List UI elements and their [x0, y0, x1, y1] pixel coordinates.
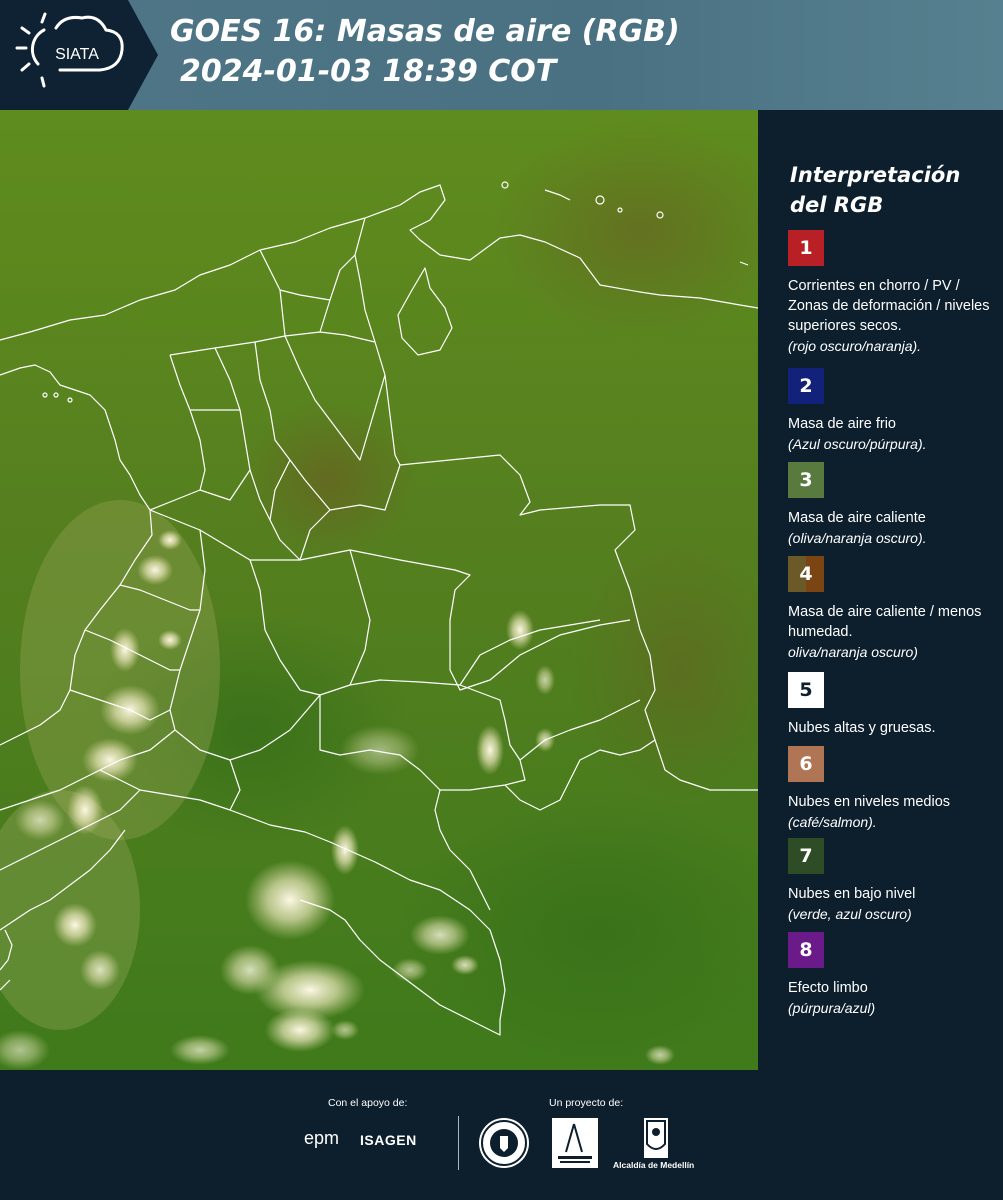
satellite-map[interactable]	[0, 110, 758, 1070]
legend-swatch-8: 8	[788, 932, 824, 968]
legend-item-7: 7 Nubes en bajo nivel (verde, azul oscur…	[788, 838, 998, 924]
legend-text-1: Corrientes en chorro / PV / Zonas de def…	[788, 278, 990, 334]
legend-item-4: 4 Masa de aire caliente / menos humedad.…	[788, 556, 998, 662]
footer-divider	[458, 1116, 459, 1170]
legend-item-1: 1 Corrientes en chorro / PV / Zonas de d…	[788, 230, 998, 356]
legend-item-2: 2 Masa de aire frio (Azul oscuro/púrpura…	[788, 368, 998, 454]
legend-item-8: 8 Efecto limbo (púrpura/azul)	[788, 932, 998, 1018]
legend-swatch-4: 4	[788, 556, 824, 592]
legend-note-1: (rojo oscuro/naranja).	[788, 338, 922, 354]
footer: Con el apoyo de: Un proyecto de: epm ISA…	[0, 1070, 1003, 1200]
legend-note-4: oliva/naranja oscuro)	[788, 644, 918, 660]
project-label: Un proyecto de:	[549, 1097, 624, 1109]
area-metropolitana-logo[interactable]	[552, 1118, 598, 1168]
legend-swatch-6: 6	[788, 746, 824, 782]
isagen-logo[interactable]: ISAGEN	[360, 1132, 417, 1148]
legend-text-2: Masa de aire frio	[788, 416, 896, 432]
alcaldia-logo[interactable]: Alcaldía de Medellín	[613, 1160, 694, 1170]
legend-text-7: Nubes en bajo nivel	[788, 886, 916, 902]
legend-swatch-2: 2	[788, 368, 824, 404]
epm-logo[interactable]: epm	[304, 1128, 339, 1149]
legend-item-5: 5 Nubes altas y gruesas.	[788, 672, 998, 738]
legend-text-4: Masa de aire caliente / menos humedad.	[788, 604, 982, 640]
page-timestamp: 2024-01-03 18:39 COT	[180, 54, 557, 89]
legend-title: Interpretación del RGB	[790, 163, 961, 217]
legend-text-5: Nubes altas y gruesas.	[788, 720, 936, 736]
legend-note-8: (púrpura/azul)	[788, 1000, 876, 1016]
legend-swatch-1: 1	[788, 230, 824, 266]
legend-text-8: Efecto limbo	[788, 980, 868, 996]
page-title: GOES 16: Masas de aire (RGB)	[170, 14, 680, 49]
legend-swatch-3: 3	[788, 462, 824, 498]
legend-text-6: Nubes en niveles medios	[788, 794, 951, 810]
university-seal-icon[interactable]	[479, 1118, 529, 1168]
legend-panel: Interpretación del RGB 1 Corrientes en c…	[758, 110, 1003, 1070]
legend-swatch-5: 5	[788, 672, 824, 708]
legend-note-3: (oliva/naranja oscuro).	[788, 530, 927, 546]
header-bar: SIATA GOES 16: Masas de aire (RGB) 2024-…	[0, 0, 1003, 110]
legend-item-3: 3 Masa de aire caliente (oliva/naranja o…	[788, 462, 998, 548]
siata-logo-text: SIATA	[55, 46, 99, 63]
legend-item-6: 6 Nubes en niveles medios (café/salmon).	[788, 746, 998, 832]
support-label: Con el apoyo de:	[328, 1097, 408, 1109]
legend-note-2: (Azul oscuro/púrpura).	[788, 436, 927, 452]
legend-note-6: (café/salmon).	[788, 814, 877, 830]
siata-logo[interactable]: SIATA	[0, 0, 158, 110]
legend-note-7: (verde, azul oscuro)	[788, 906, 912, 922]
legend-swatch-7: 7	[788, 838, 824, 874]
legend-text-3: Masa de aire caliente	[788, 510, 926, 526]
alcaldia-shield-icon[interactable]	[644, 1118, 668, 1158]
